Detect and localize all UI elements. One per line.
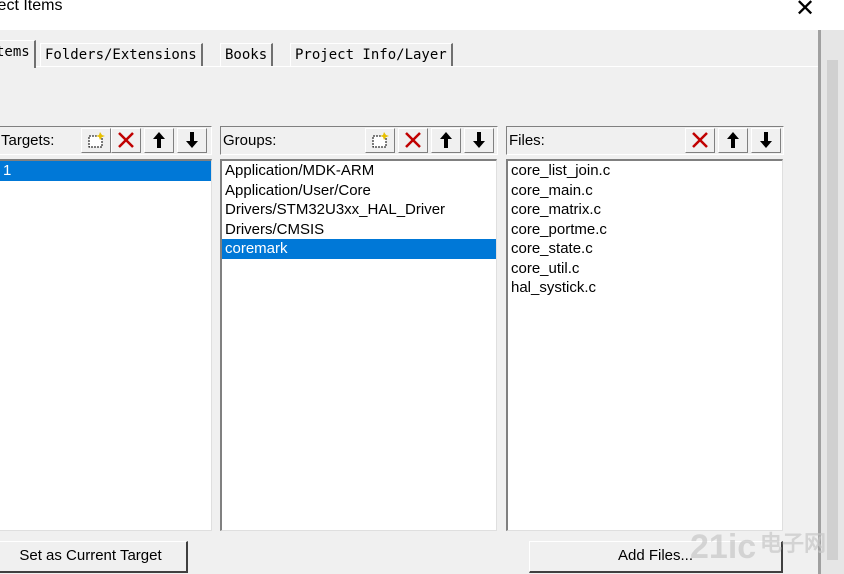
new-icon: [372, 132, 389, 148]
move-group-down-button[interactable]: [464, 128, 494, 153]
window-title: ject Items: [0, 0, 63, 14]
tab-project-info-layer[interactable]: Project Info/Layer: [290, 43, 453, 67]
watermark-text: 电子网: [760, 531, 827, 556]
watermark-logo: 21ic: [690, 528, 757, 566]
files-list[interactable]: core_list_join.c core_main.c core_matrix…: [506, 159, 783, 531]
files-header: Files:: [506, 126, 784, 155]
delete-group-button[interactable]: [398, 128, 428, 153]
list-item[interactable]: core_list_join.c: [508, 161, 782, 181]
tab-divider: [0, 66, 818, 67]
move-down-icon: [186, 132, 198, 148]
targets-label: Targets:: [1, 132, 55, 149]
list-item[interactable]: core_main.c: [508, 181, 782, 201]
groups-header: Groups:: [220, 126, 498, 155]
files-label: Files:: [509, 132, 545, 149]
move-file-up-button[interactable]: [718, 128, 748, 153]
delete-target-button[interactable]: [111, 128, 141, 153]
close-icon[interactable]: ✕: [790, 0, 820, 24]
list-item[interactable]: core_portme.c: [508, 220, 782, 240]
move-file-down-button[interactable]: [751, 128, 781, 153]
background-scrollbar: [827, 60, 838, 560]
tab-bar: tems Folders/Extensions Books Project In…: [0, 40, 820, 68]
tab-folders-extensions[interactable]: Folders/Extensions: [40, 43, 203, 67]
list-item[interactable]: 1: [0, 161, 211, 181]
title-bar: ject Items ✕: [0, 0, 844, 30]
move-group-up-button[interactable]: [431, 128, 461, 153]
groups-list[interactable]: Application/MDK-ARM Application/User/Cor…: [220, 159, 497, 531]
targets-header: Targets:: [0, 126, 212, 155]
list-item[interactable]: core_state.c: [508, 239, 782, 259]
delete-icon: [118, 132, 134, 148]
move-up-icon: [440, 132, 452, 148]
background-window: [821, 30, 844, 574]
watermark: 21ic 电子网: [690, 528, 826, 567]
list-item[interactable]: core_util.c: [508, 259, 782, 279]
move-up-icon: [727, 132, 739, 148]
delete-icon: [692, 132, 708, 148]
list-item[interactable]: hal_systick.c: [508, 278, 782, 298]
move-down-icon: [760, 132, 772, 148]
list-item[interactable]: coremark: [222, 239, 496, 259]
list-item[interactable]: Application/MDK-ARM: [222, 161, 496, 181]
set-as-current-target-button[interactable]: Set as Current Target: [0, 541, 188, 573]
delete-file-button[interactable]: [685, 128, 715, 153]
move-target-up-button[interactable]: [144, 128, 174, 153]
move-up-icon: [153, 132, 165, 148]
tab-project-items[interactable]: tems: [0, 40, 36, 68]
new-group-button[interactable]: [365, 128, 395, 153]
list-item[interactable]: core_matrix.c: [508, 200, 782, 220]
list-item[interactable]: Application/User/Core: [222, 181, 496, 201]
tab-books[interactable]: Books: [220, 43, 274, 67]
move-target-down-button[interactable]: [177, 128, 207, 153]
new-icon: [88, 132, 105, 148]
groups-label: Groups:: [223, 132, 277, 149]
list-item[interactable]: Drivers/STM32U3xx_HAL_Driver: [222, 200, 496, 220]
new-target-button[interactable]: [81, 128, 111, 153]
move-down-icon: [473, 132, 485, 148]
list-item[interactable]: Drivers/CMSIS: [222, 220, 496, 240]
delete-icon: [405, 132, 421, 148]
targets-list[interactable]: 1: [0, 159, 212, 531]
